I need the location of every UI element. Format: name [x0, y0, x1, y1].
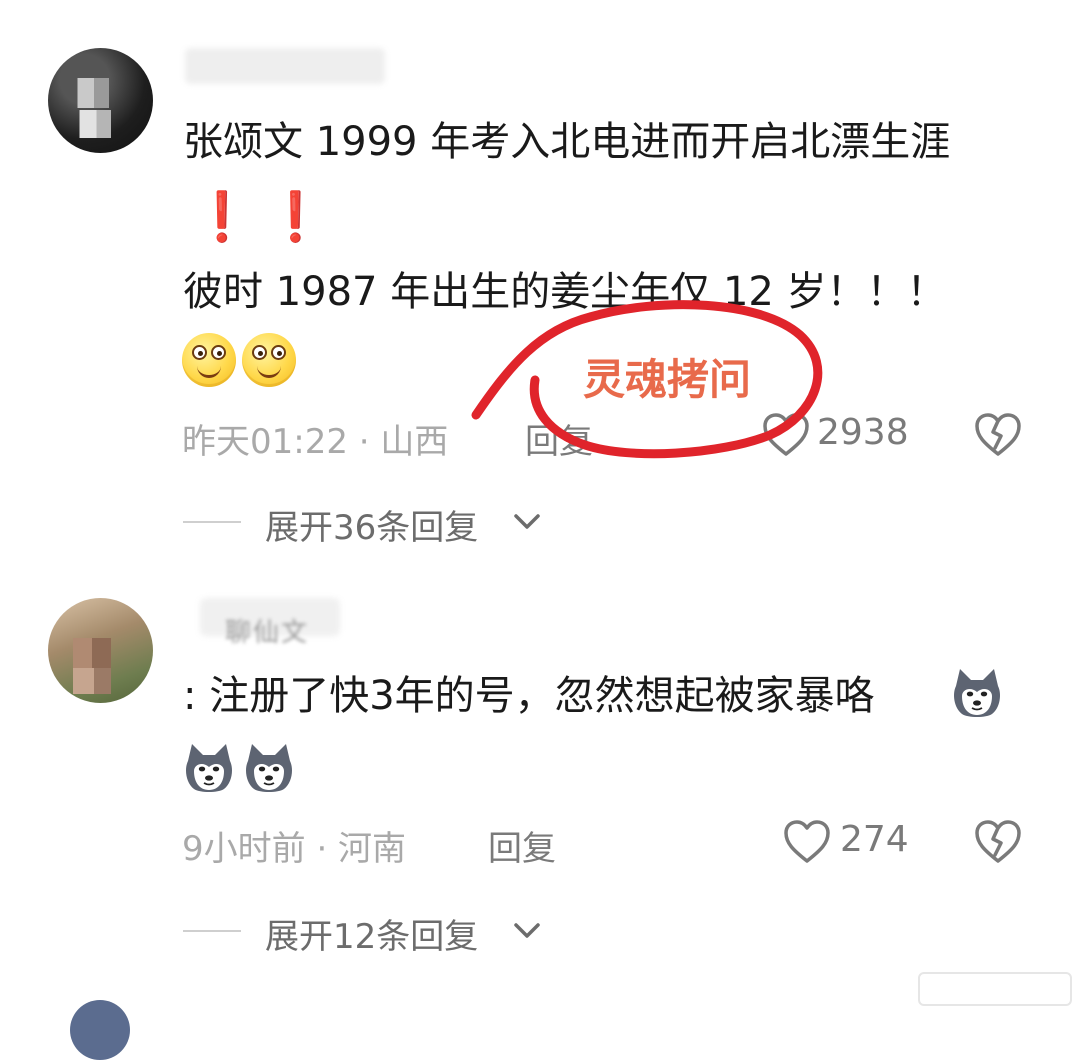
avatar[interactable]	[48, 598, 153, 703]
husky-emoji-icon	[246, 744, 292, 792]
like-count: 274	[840, 819, 909, 860]
heart-outline-icon[interactable]	[783, 819, 831, 865]
avatar[interactable]	[70, 1000, 130, 1060]
divider-line	[183, 930, 241, 932]
divider-line	[183, 521, 241, 523]
expand-replies-label[interactable]: 展开36条回复	[265, 508, 478, 548]
exclamation-emoji: ❗❗	[192, 189, 340, 245]
comment-text-line1: 张颂文 1999 年考入北电进而开启北漂生涯	[183, 119, 951, 165]
avatar[interactable]	[48, 48, 153, 153]
husky-emoji-icon	[954, 669, 1000, 717]
expand-replies-label[interactable]: 展开12条回复	[265, 917, 478, 957]
comment-text-line1: : 注册了快3年的号，忽然想起被家暴咯	[183, 673, 875, 719]
comment-meta: 昨天01:22 · 山西	[182, 422, 449, 462]
username[interactable]: 聊仙文	[225, 612, 309, 649]
chevron-down-icon[interactable]	[512, 920, 542, 942]
smiley-emoji-icon	[182, 333, 236, 387]
husky-emoji-icon	[186, 744, 232, 792]
expand-replies-button[interactable]: 展开36条回复	[265, 500, 478, 549]
comment-meta: 9小时前 · 河南	[182, 829, 407, 869]
username-blurred[interactable]	[185, 48, 385, 84]
smiley-emoji-icon	[242, 333, 296, 387]
watermark	[918, 972, 1072, 1006]
annotation-label: 灵魂拷问	[583, 355, 752, 404]
chevron-down-icon[interactable]	[512, 511, 542, 533]
broken-heart-icon[interactable]	[973, 819, 1023, 865]
like-count: 2938	[817, 412, 909, 453]
broken-heart-icon[interactable]	[973, 412, 1023, 458]
reply-button[interactable]: 回复	[488, 821, 556, 870]
expand-replies-button[interactable]: 展开12条回复	[265, 909, 478, 958]
